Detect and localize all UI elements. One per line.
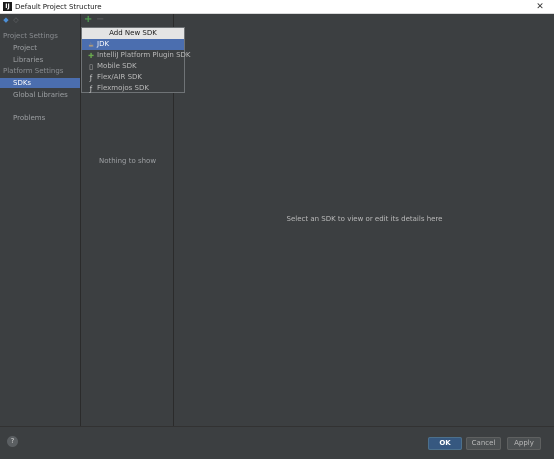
help-icon[interactable]: ? [7,436,18,447]
sdk-toolbar: + − [81,14,174,27]
platform-settings-header: Platform Settings [3,67,64,75]
ok-button[interactable]: OK [428,437,462,450]
popup-title: Add New SDK [82,28,184,39]
popup-item-flexmojos-sdk[interactable]: ƒ Flexmojos SDK [82,83,184,94]
jdk-icon: ☕ [87,41,95,49]
plugin-icon: ✚ [88,52,94,60]
close-button[interactable]: ✕ [534,1,546,13]
sidebar-item-project[interactable]: Project [0,43,80,53]
popup-item-label: JDK [97,40,110,48]
popup-item-jdk[interactable]: ☕ JDK [82,39,184,50]
dialog-footer: ? OK Cancel Apply [0,426,554,459]
sidebar-item-problems[interactable]: Problems [0,113,80,123]
project-settings-header: Project Settings [3,32,58,40]
remove-sdk-button[interactable]: − [96,15,104,25]
popup-item-label: Flexmojos SDK [97,84,149,92]
popup-item-label: IntelliJ Platform Plugin SDK [97,51,191,59]
apply-button[interactable]: Apply [507,437,541,450]
intellij-app-icon: IJ [3,2,12,11]
flex-icon: ƒ [89,74,93,82]
sdk-details-panel: Select an SDK to view or edit its detail… [175,14,554,426]
popup-item-flex-air-sdk[interactable]: ƒ Flex/AIR SDK [82,72,184,83]
mobile-icon: ▯ [89,63,93,71]
window-title: Default Project Structure [15,3,102,11]
popup-item-intellij-plugin-sdk[interactable]: ✚ IntelliJ Platform Plugin SDK [82,50,190,61]
cancel-button[interactable]: Cancel [466,437,501,450]
flexmojos-icon: ƒ [89,85,93,93]
title-bar: IJ Default Project Structure ✕ [0,0,554,14]
add-new-sdk-popup: Add New SDK ☕ JDK ✚ IntelliJ Platform Plug… [81,27,191,94]
add-sdk-button[interactable]: + [84,15,92,25]
empty-list-message: Nothing to show [98,157,157,165]
popup-item-label: Mobile SDK [97,62,137,70]
popup-item-label: Flex/AIR SDK [97,73,143,81]
arrow-left-icon[interactable]: ◆ [2,16,10,25]
sidebar-item-global-libraries[interactable]: Global Libraries [0,90,80,100]
sidebar-item-sdks[interactable]: SDKs [0,78,80,88]
navigation-arrows: ◆ ◇ [2,16,20,27]
arrow-right-icon[interactable]: ◇ [12,16,20,25]
sidebar: ◆ ◇ Project Settings Project Libraries Pl… [0,14,81,426]
project-structure-window: IJ Default Project Structure ✕ ◆ ◇ Projec… [0,0,554,459]
sidebar-item-libraries[interactable]: Libraries [0,55,80,65]
popup-item-mobile-sdk[interactable]: ▯ Mobile SDK [82,61,184,72]
details-placeholder: Select an SDK to view or edit its detail… [286,215,443,223]
